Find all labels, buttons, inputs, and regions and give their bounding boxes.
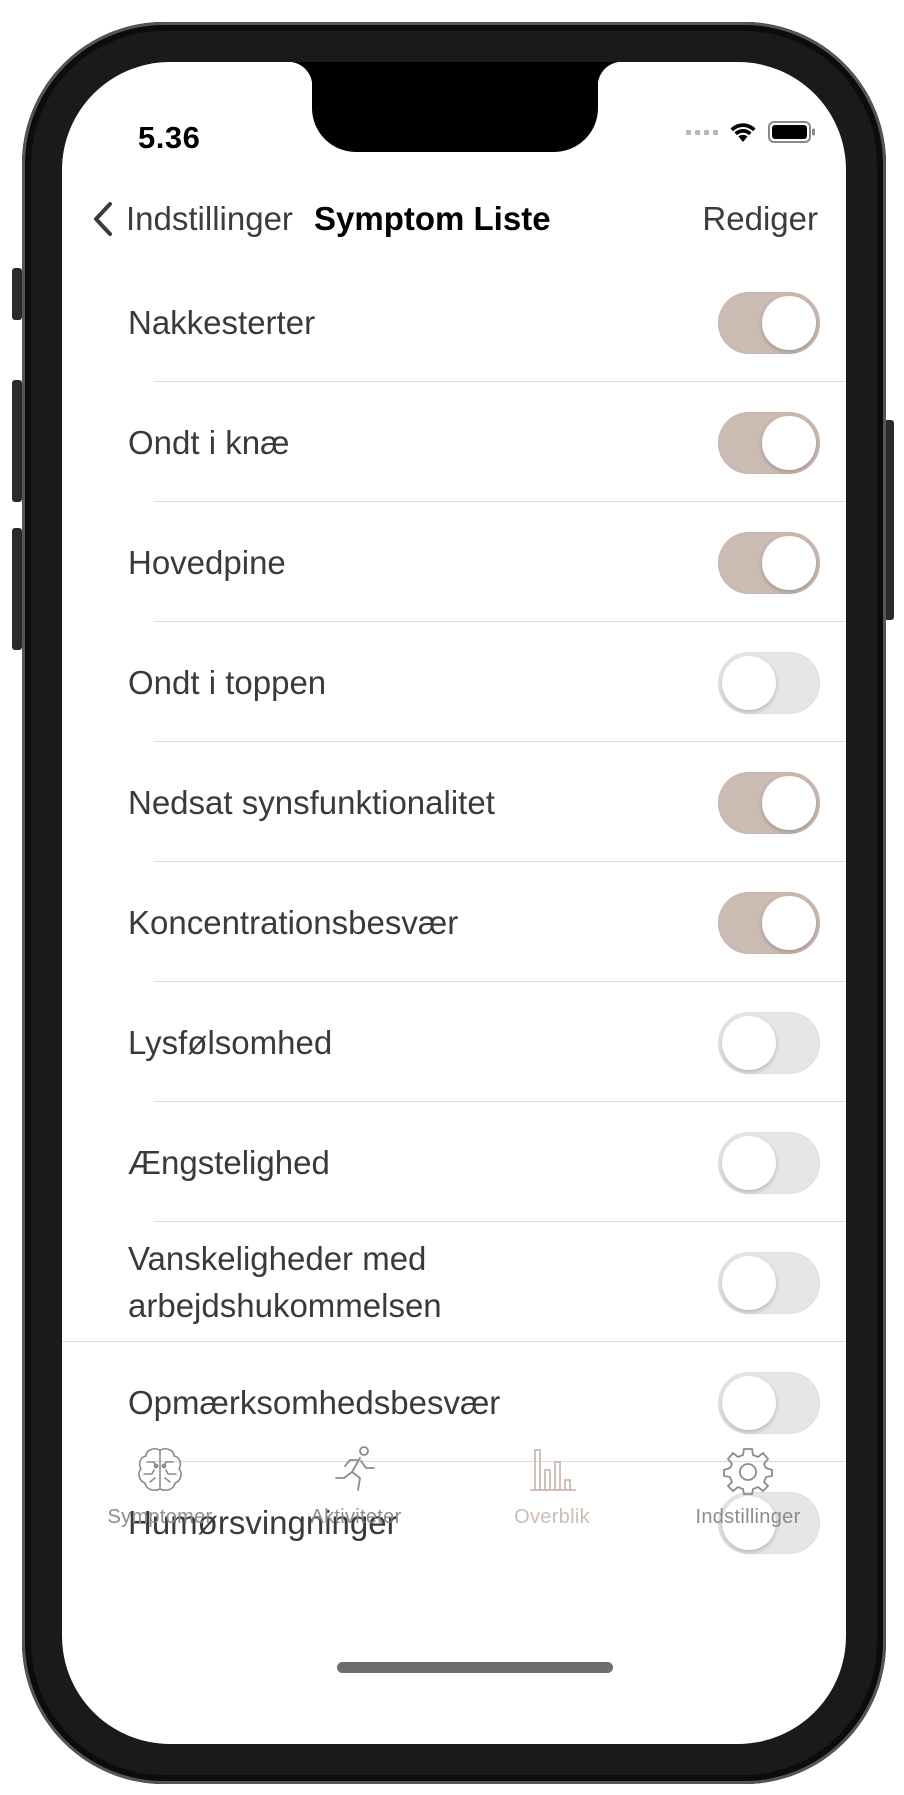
- screen: 5.36 Indstillinger Symptom Liste Rediger…: [62, 62, 846, 1744]
- symptom-row: Nedsat synsfunktionalitet: [62, 742, 846, 862]
- symptom-row: Ondt i knæ: [62, 382, 846, 502]
- symptom-row: Ondt i toppen: [62, 622, 846, 742]
- tab-label: Overblik: [514, 1506, 590, 1528]
- symptom-label: Hovedpine: [128, 543, 286, 581]
- symptom-toggle[interactable]: [718, 892, 820, 954]
- notch: [288, 62, 622, 152]
- toggle-knob: [722, 656, 776, 710]
- symptom-toggle[interactable]: [718, 1012, 820, 1074]
- cellular-signal-icon: [686, 129, 718, 135]
- tab-symptomer[interactable]: Symptomer: [62, 1444, 258, 1529]
- toggle-knob: [722, 1016, 776, 1070]
- status-time: 5.36: [138, 120, 201, 155]
- brain-icon: [138, 1448, 182, 1491]
- symptom-label: Vanskeligheder med arbejdshukommelsen: [128, 1240, 442, 1324]
- symptom-label: Ondt i toppen: [128, 663, 327, 701]
- symptom-label: Nakkesterter: [128, 303, 316, 341]
- toggle-knob: [762, 416, 816, 470]
- status-icons: [686, 120, 816, 144]
- symptom-toggle[interactable]: [718, 772, 820, 834]
- symptom-label: Nedsat synsfunktionalitet: [128, 783, 495, 821]
- volume-down-button: [12, 528, 22, 650]
- toggle-knob: [722, 1136, 776, 1190]
- tab-indstillinger[interactable]: Indstillinger: [650, 1444, 846, 1529]
- page-title: Symptom Liste: [314, 200, 551, 237]
- battery-icon: [768, 121, 815, 143]
- symptom-label: Opmærksomhedsbesvær: [128, 1383, 501, 1421]
- symptom-row: Koncentrationsbesvær: [62, 862, 846, 982]
- symptom-toggle[interactable]: [718, 652, 820, 714]
- toggle-knob: [762, 776, 816, 830]
- symptom-toggle[interactable]: [718, 412, 820, 474]
- tab-label: Aktiviteter: [310, 1506, 402, 1528]
- toggle-knob: [722, 1256, 776, 1310]
- phone-frame: 5.36 Indstillinger Symptom Liste Rediger…: [22, 22, 886, 1784]
- symptom-label: Koncentrationsbesvær: [128, 903, 459, 941]
- bar-chart-icon: [530, 1449, 576, 1491]
- volume-up-button: [12, 380, 22, 502]
- symptom-toggle[interactable]: [718, 1372, 820, 1434]
- gear-icon: [723, 1448, 773, 1495]
- symptom-row: Vanskeligheder med arbejdshukommelsen: [62, 1222, 846, 1342]
- symptom-toggle[interactable]: [718, 1252, 820, 1314]
- back-label: Indstillinger: [126, 200, 293, 237]
- symptom-row: Ængstelighed: [62, 1102, 846, 1222]
- chevron-left-icon: [94, 202, 112, 236]
- symptom-toggle[interactable]: [718, 1132, 820, 1194]
- symptom-toggle[interactable]: [718, 292, 820, 354]
- tab-bar: Symptomer Aktiviteter Overblik Indstilli…: [62, 1432, 846, 1572]
- silent-switch: [12, 268, 22, 320]
- navigation-bar: Indstillinger Symptom Liste Rediger: [62, 180, 846, 254]
- symptom-label: Ængstelighed: [128, 1143, 330, 1181]
- symptom-label: Lysfølsomhed: [128, 1023, 333, 1061]
- back-button[interactable]: Indstillinger: [92, 200, 293, 238]
- toggle-knob: [762, 536, 816, 590]
- home-indicator: [337, 1662, 613, 1673]
- symptom-label: Ondt i knæ: [128, 423, 290, 461]
- toggle-knob: [762, 296, 816, 350]
- tab-aktiviteter[interactable]: Aktiviteter: [258, 1444, 454, 1529]
- tab-label: Indstillinger: [695, 1506, 801, 1528]
- edit-button[interactable]: Rediger: [702, 200, 818, 238]
- toggle-knob: [762, 896, 816, 950]
- symptom-row: Lysfølsomhed: [62, 982, 846, 1102]
- wifi-icon: [730, 123, 756, 142]
- tab-label: Symptomer: [107, 1506, 213, 1528]
- symptom-row: Nakkesterter: [62, 262, 846, 382]
- toggle-knob: [722, 1376, 776, 1430]
- symptom-toggle[interactable]: [718, 532, 820, 594]
- symptom-row: Hovedpine: [62, 502, 846, 622]
- runner-icon: [335, 1446, 375, 1491]
- symptom-list: Nakkesterter Ondt i knæ Hovedpine Ondt i…: [62, 262, 846, 1582]
- tab-overblik[interactable]: Overblik: [454, 1444, 650, 1529]
